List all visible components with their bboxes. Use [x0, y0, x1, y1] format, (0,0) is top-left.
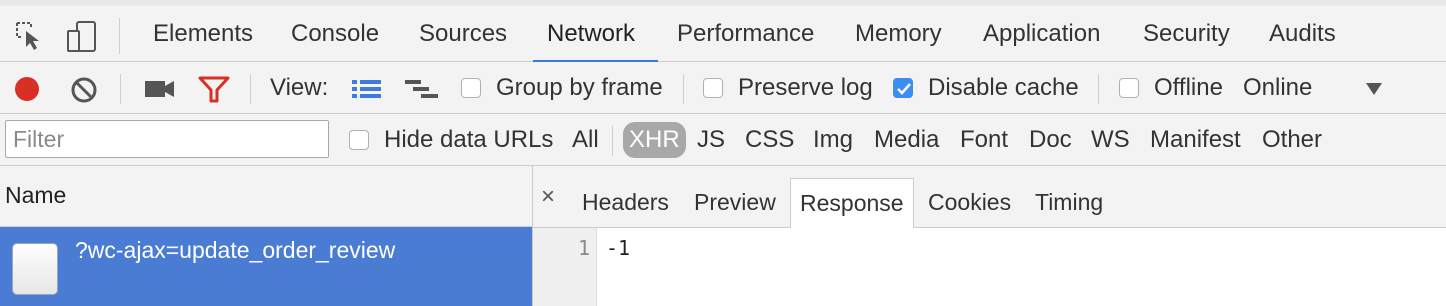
- tab-preview[interactable]: Preview: [694, 166, 776, 228]
- filter-type-js[interactable]: JS: [697, 114, 725, 166]
- tab-memory[interactable]: Memory: [855, 6, 942, 61]
- tab-console[interactable]: Console: [291, 6, 379, 61]
- tab-sources[interactable]: Sources: [419, 6, 507, 61]
- clear-icon[interactable]: [70, 76, 98, 104]
- offline-label[interactable]: Offline: [1154, 62, 1223, 114]
- response-code-line: -1: [606, 236, 631, 260]
- hide-data-urls-checkbox[interactable]: [349, 130, 369, 150]
- toolbar-divider: [683, 74, 684, 104]
- name-column-header[interactable]: Name: [0, 166, 532, 227]
- filter-type-other[interactable]: Other: [1262, 114, 1322, 166]
- request-row[interactable]: ?wc-ajax=update_order_review: [0, 227, 532, 306]
- filter-type-font[interactable]: Font: [960, 114, 1008, 166]
- toolbar-divider: [250, 74, 251, 104]
- tab-application[interactable]: Application: [983, 6, 1100, 61]
- filter-type-manifest[interactable]: Manifest: [1150, 114, 1241, 166]
- filter-type-img[interactable]: Img: [813, 114, 853, 166]
- tab-security[interactable]: Security: [1143, 6, 1230, 61]
- name-column-label: Name: [5, 182, 67, 208]
- group-by-frame-checkbox[interactable]: [461, 78, 481, 98]
- inspect-icon[interactable]: [14, 20, 46, 52]
- checkmark-icon: [897, 83, 911, 95]
- tab-cookies[interactable]: Cookies: [928, 166, 1011, 228]
- waterfall-icon[interactable]: [405, 79, 439, 101]
- preserve-log-label[interactable]: Preserve log: [738, 62, 873, 114]
- large-rows-icon[interactable]: [352, 79, 382, 99]
- request-name: ?wc-ajax=update_order_review: [75, 237, 396, 263]
- disable-cache-label[interactable]: Disable cache: [928, 62, 1079, 114]
- filter-type-xhr[interactable]: XHR: [623, 122, 686, 158]
- throttling-select[interactable]: Online: [1243, 62, 1312, 114]
- group-by-frame-label[interactable]: Group by frame: [496, 62, 663, 114]
- devtools-window: Elements Console Sources Network Perform…: [0, 0, 1446, 306]
- tab-network[interactable]: Network: [547, 6, 635, 61]
- tab-headers[interactable]: Headers: [582, 166, 669, 228]
- tab-elements[interactable]: Elements: [153, 6, 253, 61]
- dropdown-arrow-icon[interactable]: [1365, 82, 1383, 96]
- filter-type-ws[interactable]: WS: [1091, 114, 1130, 166]
- network-toolbar: View: Group by frame Preserve log Disabl…: [0, 62, 1446, 114]
- detail-tab-bar: × Headers Preview Response Cookies Timin…: [533, 166, 1446, 228]
- toolbar-divider: [120, 74, 121, 104]
- hide-data-urls-label[interactable]: Hide data URLs: [384, 114, 553, 166]
- tab-response[interactable]: Response: [790, 178, 914, 228]
- toolbar-divider: [1098, 74, 1099, 104]
- document-icon: [12, 243, 58, 295]
- filter-type-all[interactable]: All: [572, 114, 599, 166]
- tab-audits[interactable]: Audits: [1269, 6, 1336, 61]
- offline-checkbox[interactable]: [1119, 78, 1139, 98]
- filter-type-media[interactable]: Media: [874, 114, 939, 166]
- preserve-log-checkbox[interactable]: [703, 78, 723, 98]
- record-icon[interactable]: [13, 75, 41, 103]
- line-number-gutter: 1: [533, 228, 597, 306]
- main-tab-bar: Elements Console Sources Network Perform…: [0, 0, 1446, 63]
- filter-input[interactable]: [5, 120, 329, 158]
- tab-performance[interactable]: Performance: [677, 6, 814, 61]
- tab-timing[interactable]: Timing: [1035, 166, 1103, 228]
- view-label: View:: [270, 74, 329, 101]
- filter-type-css[interactable]: CSS: [745, 114, 794, 166]
- device-toolbar-icon[interactable]: [66, 20, 98, 54]
- camera-icon[interactable]: [145, 79, 175, 99]
- filter-divider: [612, 126, 613, 156]
- disable-cache-checkbox[interactable]: [893, 78, 913, 98]
- close-icon[interactable]: ×: [541, 166, 555, 228]
- tab-divider: [119, 18, 120, 54]
- line-number: 1: [577, 236, 590, 260]
- filter-type-doc[interactable]: Doc: [1029, 114, 1072, 166]
- filter-icon[interactable]: [198, 76, 230, 104]
- filter-bar: Hide data URLs All XHR JS CSS Img Media …: [0, 114, 1446, 166]
